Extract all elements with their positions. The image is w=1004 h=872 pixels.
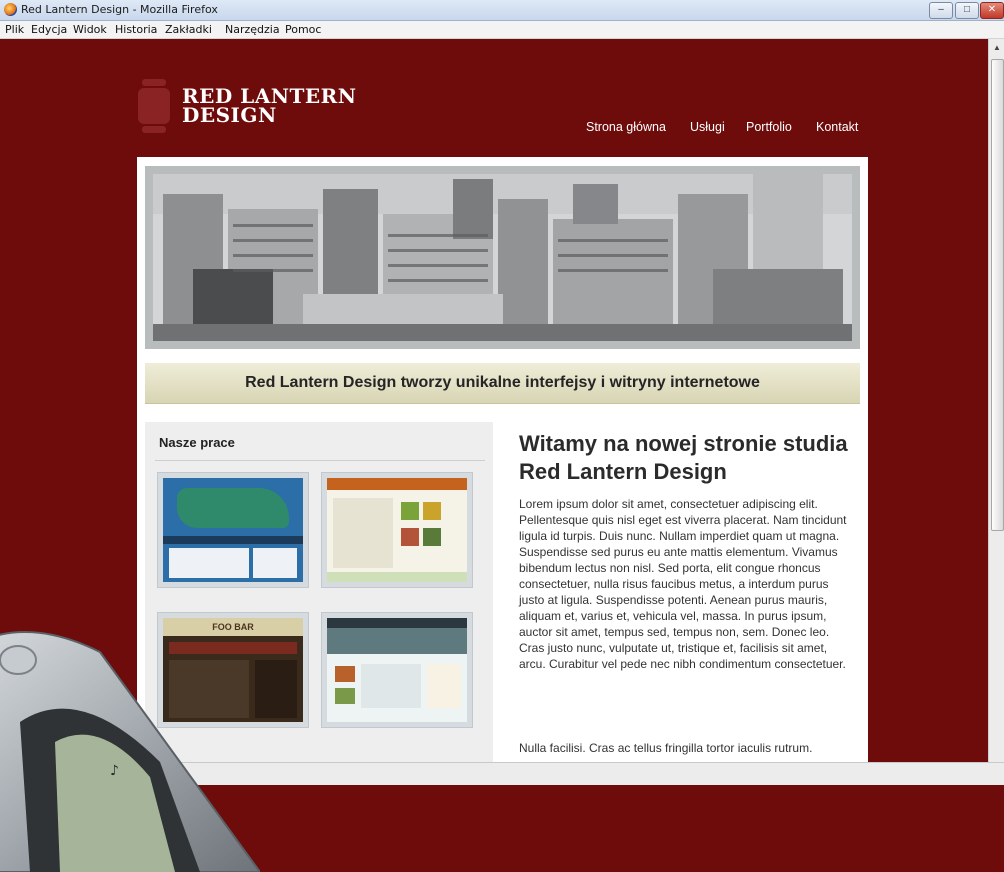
- lantern-logo-icon: [138, 79, 170, 133]
- tagline-banner: Red Lantern Design tworzy unikalne inter…: [145, 363, 860, 404]
- nav-contact[interactable]: Kontakt: [816, 120, 858, 134]
- minimize-button[interactable]: –: [929, 2, 953, 19]
- logo-line2: DESIGN: [182, 103, 277, 127]
- portfolio-thumb-2[interactable]: [321, 472, 473, 588]
- firefox-icon: [4, 3, 17, 16]
- hero-city-image: [145, 166, 860, 349]
- menu-widok[interactable]: Widok: [73, 23, 107, 36]
- menu-edycja[interactable]: Edycja: [31, 23, 67, 36]
- works-divider: [155, 460, 485, 461]
- portfolio-thumb-1[interactable]: [157, 472, 309, 588]
- welcome-title: Witamy na nowej stronie studia Red Lante…: [519, 431, 848, 484]
- welcome-text: Lorem ipsum dolor sit amet, consectetuer…: [519, 497, 847, 671]
- nav-portfolio[interactable]: Portfolio: [746, 120, 792, 134]
- menu-plik[interactable]: Plik: [5, 23, 24, 36]
- mobile-phone-image: ♪: [0, 631, 260, 872]
- nav-services[interactable]: Usługi: [690, 120, 725, 134]
- menu-narzedzia[interactable]: Narzędzia: [225, 23, 280, 36]
- svg-text:♪: ♪: [110, 763, 119, 779]
- menu-historia[interactable]: Historia: [115, 23, 157, 36]
- welcome-text-2: Nulla facilisi. Cras ac tellus fringilla…: [519, 741, 813, 755]
- window-titlebar: Red Lantern Design - Mozilla Firefox – □…: [0, 0, 1004, 21]
- menu-pomoc[interactable]: Pomoc: [285, 23, 321, 36]
- portfolio-thumb-4[interactable]: [321, 612, 473, 728]
- site-logo[interactable]: RED LANTERN DESIGN: [182, 86, 357, 127]
- scroll-thumb[interactable]: [991, 59, 1004, 531]
- window-title: Red Lantern Design - Mozilla Firefox: [21, 3, 218, 16]
- scroll-up-icon[interactable]: ▲: [993, 43, 1001, 52]
- vertical-scrollbar[interactable]: ▲ ▼: [988, 39, 1004, 784]
- city-skyline-image: [153, 174, 852, 341]
- maximize-button[interactable]: □: [955, 2, 979, 19]
- nav-home[interactable]: Strona główna: [586, 120, 666, 134]
- menu-zakladki[interactable]: Zakładki: [165, 23, 212, 36]
- close-button[interactable]: ✕: [980, 2, 1004, 19]
- works-title: Nasze prace: [159, 435, 235, 450]
- menu-bar: Plik Edycja Widok Historia Zakładki Narz…: [0, 21, 1004, 39]
